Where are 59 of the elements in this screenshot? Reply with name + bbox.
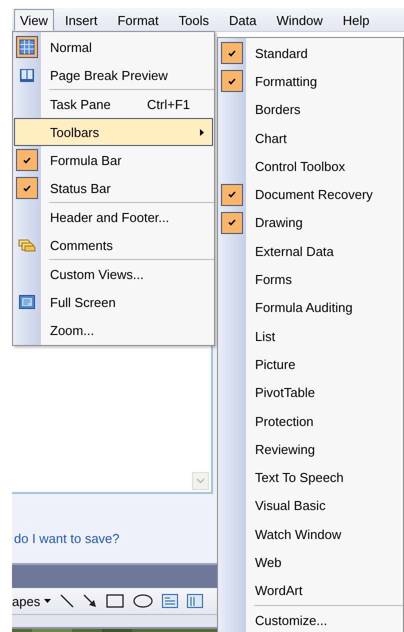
- menu-item[interactable]: Status Bar: [14, 174, 213, 202]
- menu-bar-item[interactable]: Format: [108, 8, 168, 30]
- menu-bar-item[interactable]: Insert: [56, 8, 106, 30]
- menu-item[interactable]: Reviewing: [219, 435, 402, 464]
- menu-item[interactable]: Control Toolbox: [219, 152, 402, 180]
- menu-item[interactable]: Chart: [219, 124, 402, 152]
- menu-item[interactable]: Formatting: [219, 67, 402, 96]
- menu-item[interactable]: Customize...: [219, 606, 402, 632]
- book-icon: [19, 68, 35, 82]
- menu-item[interactable]: Text To Speech: [219, 463, 402, 492]
- menu-item[interactable]: Normal: [14, 33, 213, 61]
- menu-item[interactable]: Drawing: [219, 208, 402, 238]
- menu-item[interactable]: List: [219, 322, 402, 350]
- menu-item[interactable]: Page Break Preview: [14, 61, 213, 89]
- checkmark-icon: [228, 191, 236, 198]
- checkmark-icon: [228, 78, 236, 85]
- menu-item[interactable]: Task Pane Ctrl+F1: [14, 90, 213, 118]
- menu-item[interactable]: Full Screen: [14, 288, 213, 316]
- link[interactable]: do I want to save?: [14, 531, 217, 546]
- menu-item[interactable]: Visual Basic: [219, 492, 402, 520]
- checkmark-icon: [228, 50, 236, 57]
- menu-item[interactable]: External Data: [219, 237, 402, 266]
- chevron-down-icon: [196, 478, 205, 484]
- menu-item[interactable]: Toolbars: [14, 118, 213, 146]
- checkmark-icon: [23, 184, 31, 192]
- menu-item[interactable]: Header and Footer...: [14, 203, 213, 231]
- menu-item[interactable]: Formula Auditing: [219, 294, 402, 322]
- menu-item[interactable]: Web: [219, 548, 402, 577]
- menu-bar-item[interactable]: Help: [334, 8, 378, 30]
- text-box-icon[interactable]: [162, 594, 178, 608]
- menu-item[interactable]: Custom Views...: [14, 260, 213, 288]
- menu-bar-item[interactable]: Window: [267, 8, 332, 30]
- menu-bar-item[interactable]: Tools: [170, 8, 218, 30]
- screen-icon: [19, 295, 35, 309]
- shortcut-text: Ctrl+F1: [147, 96, 190, 112]
- menu-item[interactable]: Document Recovery: [219, 180, 402, 209]
- vertical-text-icon[interactable]: [187, 594, 204, 608]
- menu-item[interactable]: Zoom...: [14, 316, 213, 344]
- checkmark-icon: [228, 219, 236, 226]
- checkmark-icon: [23, 156, 31, 164]
- line-icon[interactable]: [60, 594, 74, 608]
- menu-item[interactable]: WordArt: [219, 576, 402, 605]
- menu-item[interactable]: Borders: [219, 96, 402, 124]
- menu-bar-item[interactable]: View: [14, 8, 54, 30]
- menu-item[interactable]: Forms: [219, 265, 402, 294]
- arrow-icon[interactable]: [83, 594, 98, 608]
- menu-item[interactable]: Picture: [219, 350, 402, 379]
- menu-item[interactable]: Watch Window: [219, 520, 402, 548]
- shapes-menu-button[interactable]: apes: [12, 594, 52, 608]
- menu-item[interactable]: Standard: [219, 39, 402, 68]
- caret-icon: [44, 599, 52, 603]
- oval-icon[interactable]: [133, 594, 154, 608]
- menu-bar-item[interactable]: Data: [220, 8, 266, 30]
- menu-item[interactable]: Protection: [219, 406, 402, 436]
- rectangle-icon[interactable]: [106, 594, 124, 608]
- menu-item[interactable]: Formula Bar: [14, 146, 213, 174]
- menu-item[interactable]: Comments: [14, 231, 213, 259]
- menu-item[interactable]: PivotTable: [219, 378, 402, 407]
- notes-icon: [18, 238, 36, 252]
